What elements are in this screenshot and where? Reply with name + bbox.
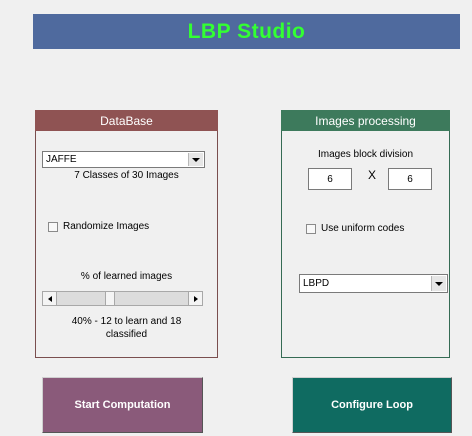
slider-left-button[interactable] <box>43 292 57 305</box>
start-computation-button[interactable]: Start Computation <box>42 377 203 433</box>
lbp-method-select-arrow[interactable] <box>431 276 446 291</box>
database-panel-title: DataBase <box>100 113 153 128</box>
uniform-codes-checkbox[interactable] <box>306 223 316 234</box>
images-processing-panel-title: Images processing <box>315 113 416 128</box>
images-processing-panel-header: Images processing <box>281 110 450 131</box>
start-computation-label: Start Computation <box>74 399 171 411</box>
app-title-banner: LBP Studio <box>33 14 460 49</box>
uniform-codes-label: Use uniform codes <box>321 223 405 234</box>
app-title: LBP Studio <box>187 19 306 43</box>
slider-thumb[interactable] <box>105 292 115 305</box>
block-x-separator: X <box>368 168 377 182</box>
randomize-images-label: Randomize Images <box>63 221 150 232</box>
chevron-down-icon <box>192 157 200 162</box>
lbp-method-select[interactable]: LBPD <box>299 274 448 293</box>
learned-images-label: % of learned images <box>80 271 173 282</box>
configure-loop-label: Configure Loop <box>331 399 413 411</box>
block-cols-input[interactable]: 6 <box>388 168 432 190</box>
configure-loop-button[interactable]: Configure Loop <box>292 377 452 433</box>
lbp-method-value: LBPD <box>303 278 330 289</box>
block-division-label: Images block division <box>317 149 414 160</box>
randomize-images-option[interactable]: Randomize Images <box>48 221 149 232</box>
dataset-select-value: JAFFE <box>46 154 77 165</box>
dataset-select[interactable]: JAFFE <box>42 151 205 168</box>
block-cols-value: 6 <box>407 173 413 185</box>
images-processing-panel: Images processing Images block division … <box>281 110 450 358</box>
slider-right-button[interactable] <box>188 292 202 305</box>
dataset-select-arrow[interactable] <box>188 153 203 166</box>
arrow-right-icon <box>193 295 198 302</box>
uniform-codes-option[interactable]: Use uniform codes <box>306 223 404 234</box>
dataset-info: 7 Classes of 30 Images <box>74 170 179 181</box>
learned-images-slider[interactable] <box>42 291 203 306</box>
learned-images-info-line2: classified <box>105 329 148 340</box>
database-panel: DataBase JAFFE 7 Classes of 30 Images Ra… <box>35 110 218 358</box>
database-panel-header: DataBase <box>35 110 218 131</box>
chevron-down-icon <box>435 281 443 286</box>
block-rows-input[interactable]: 6 <box>308 168 352 190</box>
randomize-images-checkbox[interactable] <box>48 221 58 232</box>
block-rows-value: 6 <box>327 173 333 185</box>
learned-images-info-line1: 40% - 12 to learn and 18 <box>71 316 182 327</box>
arrow-left-icon <box>47 295 52 302</box>
